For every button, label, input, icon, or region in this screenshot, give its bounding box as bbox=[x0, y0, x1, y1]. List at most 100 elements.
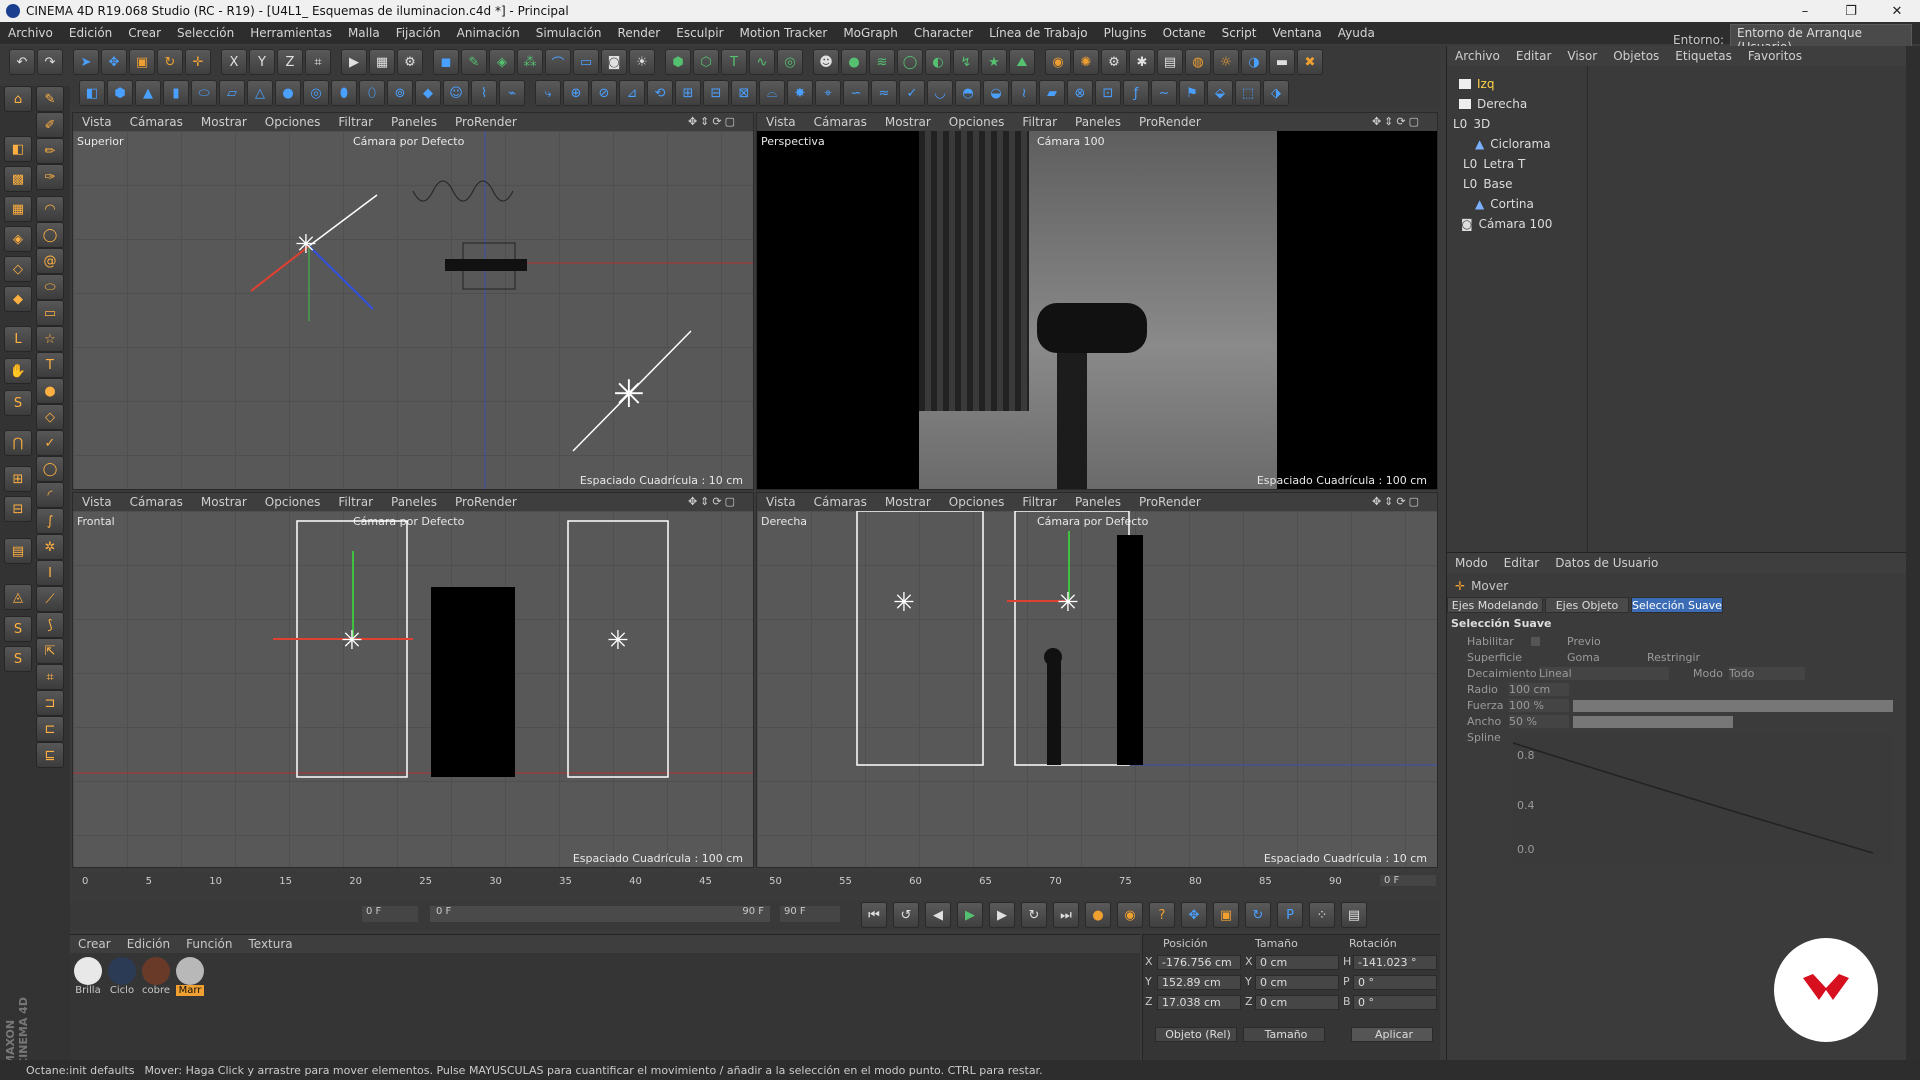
key-position-icon[interactable]: ✥ bbox=[1181, 902, 1207, 928]
object-mode-icon[interactable]: ⬢ bbox=[107, 80, 133, 106]
move-icon[interactable]: ✥ bbox=[101, 49, 127, 75]
tab-ejes-modelando[interactable]: Ejes Modelando bbox=[1447, 597, 1543, 613]
menu-herramientas[interactable]: Herramientas bbox=[242, 26, 340, 40]
timeline-window-icon[interactable]: ▤ bbox=[1341, 902, 1367, 928]
position-z-field[interactable]: 17.038 cm bbox=[1157, 995, 1241, 1010]
edges-icon[interactable]: ◇ bbox=[4, 256, 32, 282]
text-spline-icon[interactable]: T bbox=[36, 352, 64, 378]
deform-formula-icon[interactable]: ƒ bbox=[1123, 80, 1149, 106]
menu-render[interactable]: Render bbox=[610, 26, 669, 40]
object-row-3d[interactable]: L0 3D bbox=[1447, 114, 1907, 134]
deform-bulge-icon[interactable]: ⊕ bbox=[563, 80, 589, 106]
menu-edicion[interactable]: Edición bbox=[61, 26, 120, 40]
mograph-text-icon[interactable]: T bbox=[721, 49, 747, 75]
bevel-icon[interactable]: ⌗ bbox=[36, 664, 64, 690]
attr-menu-modo[interactable]: Modo bbox=[1447, 556, 1496, 570]
weld-icon[interactable]: ⊏ bbox=[36, 716, 64, 742]
object-row-izq[interactable]: Izq bbox=[1447, 74, 1907, 94]
octane-render-icon[interactable]: ◉ bbox=[1045, 49, 1071, 75]
object-row-cortina[interactable]: ▲ Cortina bbox=[1447, 194, 1907, 214]
shapes-icon[interactable]: ◬ bbox=[4, 584, 32, 610]
menu-fijacion[interactable]: Fijación bbox=[388, 26, 449, 40]
deform-bend-icon[interactable]: ⤷ bbox=[535, 80, 561, 106]
tab-seleccion-suave[interactable]: Selección Suave bbox=[1631, 597, 1723, 613]
menu-esculpir[interactable]: Esculpir bbox=[668, 26, 731, 40]
object-row-letra-t[interactable]: L0 Letra T bbox=[1447, 154, 1907, 174]
deform-mesh-icon[interactable]: ⊟ bbox=[703, 80, 729, 106]
vp-menu-paneles[interactable]: Paneles bbox=[382, 495, 446, 509]
recent-tool-icon[interactable]: ✛ bbox=[185, 49, 211, 75]
deform-sphere-icon[interactable]: ◒ bbox=[983, 80, 1009, 106]
pyramid-icon[interactable]: △ bbox=[247, 80, 273, 106]
relief-icon[interactable]: ⌁ bbox=[499, 80, 525, 106]
render-picture-viewer-icon[interactable]: ▦ bbox=[369, 49, 395, 75]
sphere-icon[interactable]: ◯ bbox=[897, 49, 923, 75]
loop-icon[interactable]: ◯ bbox=[36, 456, 64, 482]
deform-ffd-icon[interactable]: ⊞ bbox=[675, 80, 701, 106]
position-x-field[interactable]: -176.756 cm bbox=[1157, 955, 1241, 970]
arc-tool-icon[interactable]: ◜ bbox=[36, 482, 64, 508]
octane-hdri-icon[interactable]: ◑ bbox=[1241, 49, 1267, 75]
deform-explosion-icon[interactable]: ✸ bbox=[787, 80, 813, 106]
maximize-button[interactable]: ❐ bbox=[1828, 0, 1874, 22]
y-axis-icon[interactable]: Y bbox=[249, 49, 275, 75]
figure-icon[interactable]: ☺ bbox=[443, 80, 469, 106]
x-axis-icon[interactable]: X bbox=[221, 49, 247, 75]
menu-crear[interactable]: Crear bbox=[120, 26, 169, 40]
camera-icon[interactable]: ◙ bbox=[601, 49, 627, 75]
vp-menu-filtrar[interactable]: Filtrar bbox=[329, 495, 382, 509]
material-swatch[interactable]: cobre bbox=[142, 957, 170, 996]
cylinder-icon[interactable]: ▮ bbox=[163, 80, 189, 106]
vp-menu-filtrar[interactable]: Filtrar bbox=[1013, 495, 1066, 509]
timeline-ruler[interactable]: 0 5 10 15 20 25 30 35 40 45 50 55 60 65 70 75 80 85 90 0 F bbox=[70, 872, 1440, 894]
array-icon[interactable]: ⁂ bbox=[517, 49, 543, 75]
octane-tools-icon[interactable]: ✱ bbox=[1129, 49, 1155, 75]
torus-icon[interactable]: ◎ bbox=[303, 80, 329, 106]
key-scale-icon[interactable]: ▣ bbox=[1213, 902, 1239, 928]
deform-camera-icon[interactable]: ⬚ bbox=[1235, 80, 1261, 106]
vp-menu-camaras[interactable]: Cámaras bbox=[121, 115, 192, 129]
checkbox-habilitar[interactable] bbox=[1531, 637, 1540, 646]
key-pla-icon[interactable]: ⁘ bbox=[1309, 902, 1335, 928]
attr-menu-editar[interactable]: Editar bbox=[1496, 556, 1548, 570]
vp-menu-vista[interactable]: Vista bbox=[73, 115, 121, 129]
right-vertical-tabs[interactable] bbox=[1906, 46, 1920, 1060]
material-swatch[interactable]: Marr bbox=[176, 957, 204, 996]
vp-menu-camaras[interactable]: Cámaras bbox=[805, 115, 876, 129]
character-icon[interactable]: ☻ bbox=[813, 49, 839, 75]
rotation-b-field[interactable]: 0 ° bbox=[1353, 995, 1437, 1010]
sphere-prim-icon[interactable]: ● bbox=[275, 80, 301, 106]
gear-tool-icon[interactable]: ✲ bbox=[36, 534, 64, 560]
viewport-derecha[interactable]: Vista Cámaras Mostrar Opciones Filtrar P… bbox=[756, 492, 1438, 868]
ellipse-icon[interactable]: ⬭ bbox=[36, 274, 64, 300]
deform-bevel-icon[interactable]: ⬙ bbox=[1207, 80, 1233, 106]
deform-surface-icon[interactable]: ▰ bbox=[1039, 80, 1065, 106]
cube-icon[interactable]: ◼ bbox=[433, 49, 459, 75]
light-icon[interactable]: ☀ bbox=[629, 49, 655, 75]
end-frame-field[interactable]: 90 F bbox=[780, 906, 840, 922]
menu-simulacion[interactable]: Simulación bbox=[528, 26, 610, 40]
deform-twist-icon[interactable]: ⟲ bbox=[647, 80, 673, 106]
snap-icon[interactable]: S bbox=[4, 390, 32, 416]
diamond-icon[interactable]: ◇ bbox=[36, 404, 64, 430]
landscape-icon[interactable]: ⛰ bbox=[1009, 49, 1035, 75]
menu-octane[interactable]: Octane bbox=[1155, 26, 1214, 40]
viewport-nav-icons[interactable]: ✥⇕⟳▢ bbox=[1363, 495, 1431, 508]
workplane-icon[interactable]: ▦ bbox=[4, 196, 32, 222]
autokey-icon[interactable]: ◉ bbox=[1117, 902, 1143, 928]
redo-icon[interactable]: ↷ bbox=[37, 49, 63, 75]
rotation-p-field[interactable]: 0 ° bbox=[1353, 975, 1437, 990]
octane-gear-icon[interactable]: ⚙ bbox=[1101, 49, 1127, 75]
ancho-slider[interactable] bbox=[1573, 716, 1733, 728]
obj-menu-favoritos[interactable]: Favoritos bbox=[1740, 49, 1810, 63]
ancho-field[interactable]: 50 % bbox=[1509, 715, 1569, 728]
deform-wind-icon[interactable]: ≈ bbox=[871, 80, 897, 106]
vp-menu-prorender[interactable]: ProRender bbox=[446, 115, 526, 129]
extrude-icon[interactable]: ⇱ bbox=[36, 638, 64, 664]
menu-mograph[interactable]: MoGraph bbox=[835, 26, 906, 40]
deform-squash-icon[interactable]: ⊠ bbox=[731, 80, 757, 106]
platonic-icon[interactable]: ◆ bbox=[415, 80, 441, 106]
menu-character[interactable]: Character bbox=[906, 26, 981, 40]
menu-motion-tracker[interactable]: Motion Tracker bbox=[732, 26, 836, 40]
record-icon[interactable]: ● bbox=[1085, 902, 1111, 928]
